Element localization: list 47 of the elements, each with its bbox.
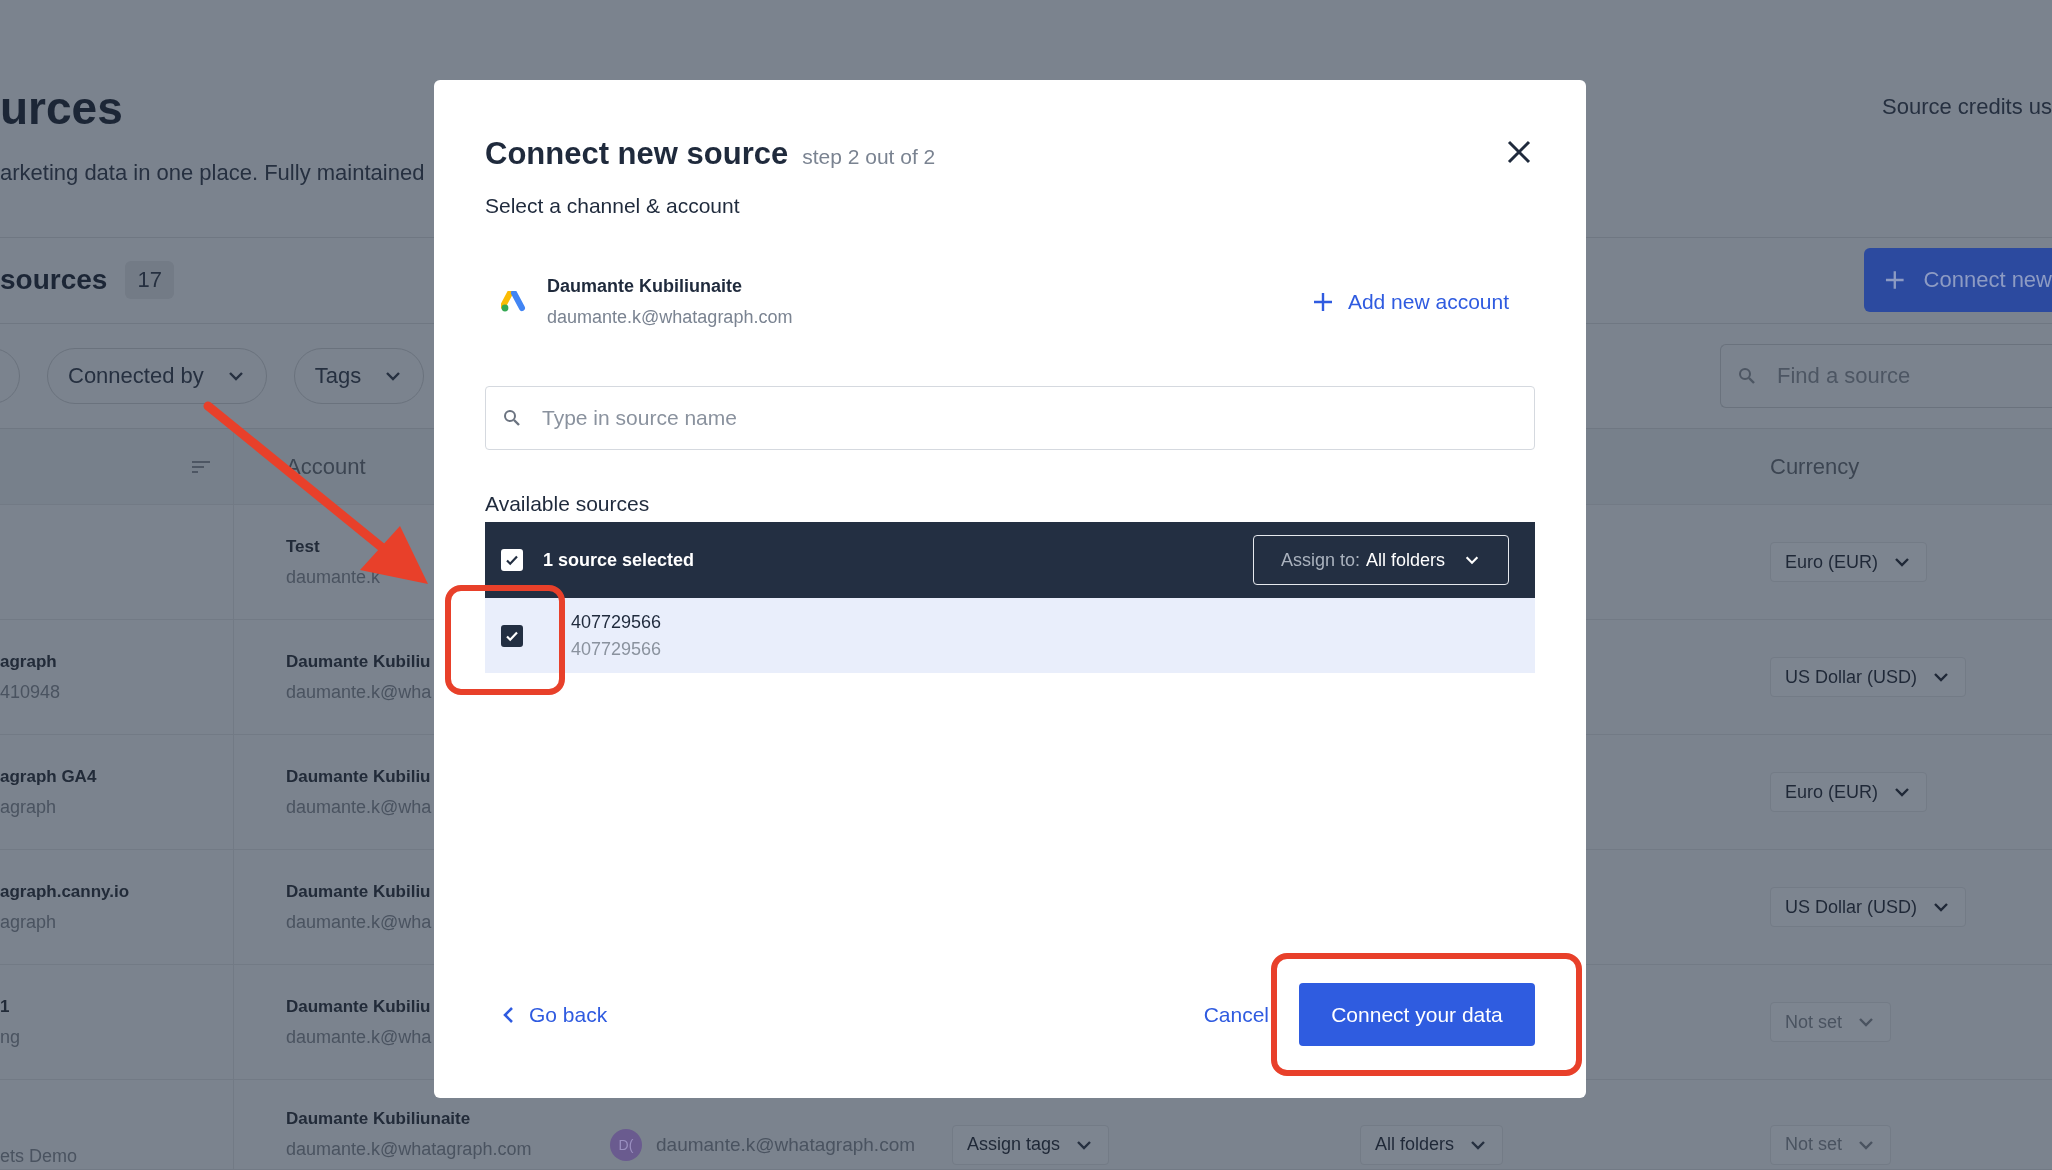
search-icon <box>503 409 521 427</box>
source-name: agraph.canny.io <box>0 881 130 902</box>
assign-tags-dropdown[interactable]: Assign tags <box>952 1124 1110 1165</box>
currency-dropdown[interactable]: Euro (EUR) <box>1770 772 1927 812</box>
go-back-link[interactable]: Go back <box>501 1002 608 1027</box>
list-title: Available sources <box>485 492 651 516</box>
search-icon <box>1738 367 1756 386</box>
count-badge: 17 <box>125 261 174 300</box>
add-account-link[interactable]: Add new account <box>1311 290 1509 314</box>
column-header: Currency <box>1770 453 1860 480</box>
chevron-left-icon <box>501 1004 515 1025</box>
source-name: agraph GA4 <box>0 766 97 787</box>
account-name: Daumante Kubiliu <box>286 651 431 672</box>
source-id: 407729566 <box>571 638 662 660</box>
currency-dropdown[interactable]: US Dollar (USD) <box>1770 657 1966 697</box>
dialog-subtitle: Select a channel & account <box>485 194 741 218</box>
currency-dropdown[interactable]: US Dollar (USD) <box>1770 887 1966 927</box>
dialog-title: Connect new source <box>485 136 789 172</box>
plus-icon <box>1884 269 1906 292</box>
ads-logo-icon <box>501 291 527 313</box>
selection-count: 1 source selected <box>543 549 695 571</box>
connect-new-button[interactable]: Connect new <box>1864 248 2052 313</box>
page-title: urces <box>0 82 124 134</box>
source-name: 407729566 <box>571 611 662 633</box>
account-name: Test <box>286 536 320 557</box>
account-name: Daumante Kubiliu <box>286 766 431 787</box>
source-name: agraph <box>0 651 57 672</box>
column-header: Account <box>286 453 366 480</box>
step-indicator: step 2 out of 2 <box>802 145 936 169</box>
connect-data-button[interactable]: Connect your data <box>1299 983 1535 1046</box>
source-name: 1 <box>0 996 10 1017</box>
source-credits-label: Source credits us <box>1882 94 2052 121</box>
currency-dropdown[interactable]: Euro (EUR) <box>1770 542 1927 582</box>
account-name: Daumante Kubiliu <box>286 881 431 902</box>
source-search-field[interactable]: Type in source name <box>485 386 1535 450</box>
cancel-link[interactable]: Cancel <box>1203 1002 1269 1027</box>
account-email: daumante.k@whatagraph.com <box>547 307 793 328</box>
checkbox[interactable] <box>501 624 523 647</box>
assign-folder-dropdown[interactable]: Assign to: All folders <box>1253 535 1509 585</box>
plus-icon <box>1311 291 1334 313</box>
account-name: Daumante Kubiliu <box>286 996 431 1017</box>
source-row[interactable]: 407729566 407729566 <box>485 598 1535 673</box>
section-title: sources <box>0 264 108 297</box>
folder-dropdown[interactable]: All folders <box>1360 1124 1504 1165</box>
page-subtitle: arketing data in one place. Fully maintained <box>0 160 425 186</box>
account-name: Daumante Kubiliunaite <box>547 276 744 297</box>
account-name: Daumante Kubiliunaite <box>286 1109 471 1129</box>
